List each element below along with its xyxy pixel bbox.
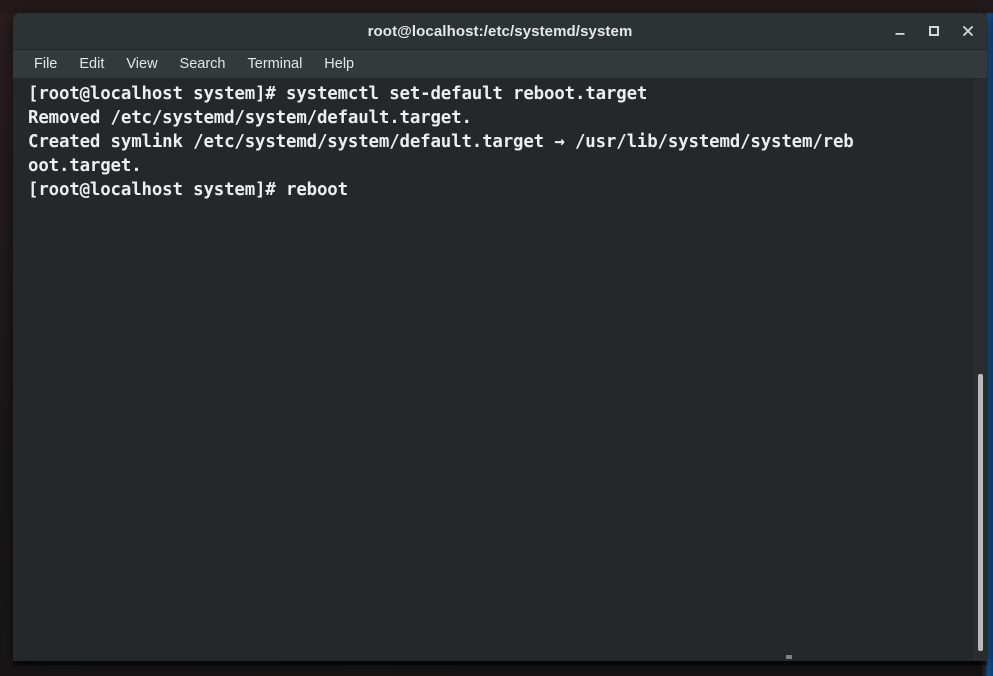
menu-item-view[interactable]: View xyxy=(115,53,168,76)
desktop-artifact xyxy=(786,655,792,659)
close-icon[interactable] xyxy=(959,22,977,40)
terminal-screen[interactable]: [root@localhost system]# systemctl set-d… xyxy=(13,79,987,661)
window-title: root@localhost:/etc/systemd/system xyxy=(367,22,633,40)
terminal-scrollbar-thumb[interactable] xyxy=(978,374,983,651)
menu-item-search[interactable]: Search xyxy=(169,53,237,76)
desktop-top-band xyxy=(0,0,993,13)
menubar: File Edit View Search Terminal Help xyxy=(13,50,987,79)
terminal-scrollbar[interactable] xyxy=(973,79,987,661)
menu-item-help[interactable]: Help xyxy=(313,53,365,76)
window-controls xyxy=(891,13,977,49)
desktop: root@localhost:/etc/systemd/system File … xyxy=(0,0,993,676)
minimize-icon[interactable] xyxy=(891,22,909,40)
menu-item-terminal[interactable]: Terminal xyxy=(237,53,314,76)
window-bottom-shadow xyxy=(13,661,987,665)
menu-item-file[interactable]: File xyxy=(23,53,68,76)
terminal-output: [root@localhost system]# systemctl set-d… xyxy=(28,84,854,200)
menu-item-edit[interactable]: Edit xyxy=(68,53,115,76)
terminal-window: root@localhost:/etc/systemd/system File … xyxy=(13,13,987,661)
window-titlebar[interactable]: root@localhost:/etc/systemd/system xyxy=(13,13,987,50)
maximize-icon[interactable] xyxy=(925,22,943,40)
